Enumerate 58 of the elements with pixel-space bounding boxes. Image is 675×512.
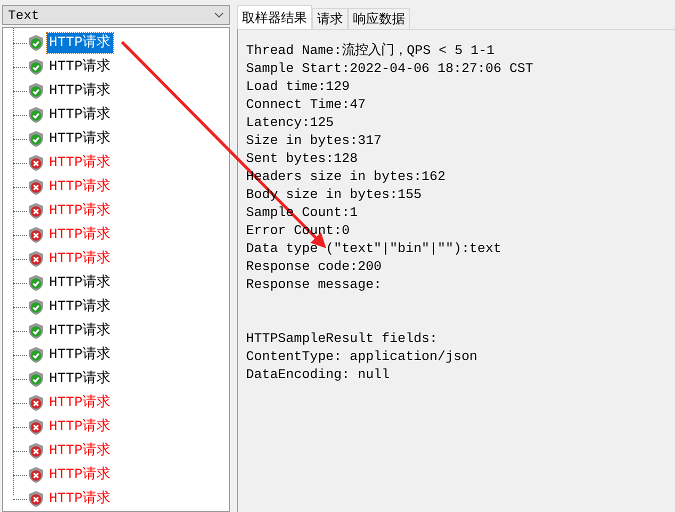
result-line: Thread Name:流控入门，QPS < 5 1-1 bbox=[246, 42, 496, 60]
tree-item[interactable]: HTTP请求 bbox=[47, 321, 113, 341]
tree-item[interactable]: HTTP请求 bbox=[47, 129, 113, 149]
success-shield-icon bbox=[29, 59, 43, 75]
error-shield-icon bbox=[29, 419, 43, 435]
success-shield-icon bbox=[29, 275, 43, 291]
tree-item[interactable]: HTTP请求 bbox=[47, 273, 113, 293]
error-shield-icon bbox=[29, 155, 43, 171]
field-line: HTTPSampleResult fields: bbox=[246, 330, 439, 348]
result-line: Latency:125 bbox=[246, 114, 335, 132]
success-shield-icon bbox=[29, 107, 43, 123]
result-line: Sample Start:2022-04-06 18:27:06 CST bbox=[246, 60, 534, 78]
tab[interactable]: 响应数据 bbox=[348, 8, 410, 29]
result-line: Connect Time:47 bbox=[246, 96, 367, 114]
error-shield-icon bbox=[29, 467, 43, 483]
chevron-down-icon bbox=[214, 12, 224, 18]
success-shield-icon bbox=[29, 299, 43, 315]
filter-dropdown[interactable]: Text bbox=[2, 5, 230, 25]
success-shield-icon bbox=[29, 83, 43, 99]
tree-item[interactable]: HTTP请求 bbox=[47, 345, 113, 365]
tree-item[interactable]: HTTP请求 bbox=[47, 57, 113, 77]
success-shield-icon bbox=[29, 35, 43, 51]
tree-item[interactable]: HTTP请求 bbox=[47, 201, 113, 221]
tree-item[interactable]: HTTP请求 bbox=[47, 153, 113, 173]
result-line: Response code:200 bbox=[246, 258, 383, 276]
success-shield-icon bbox=[29, 347, 43, 363]
tab[interactable]: 取样器结果 bbox=[237, 5, 312, 29]
tree-item[interactable]: HTTP请求 bbox=[47, 33, 113, 53]
field-line: ContentType: application/json bbox=[246, 348, 478, 366]
result-line: Response message: bbox=[246, 276, 383, 294]
result-line: Size in bytes:317 bbox=[246, 132, 383, 150]
success-shield-icon bbox=[29, 131, 43, 147]
error-shield-icon bbox=[29, 203, 43, 219]
tree-item[interactable]: HTTP请求 bbox=[47, 225, 113, 245]
tree-item[interactable]: HTTP请求 bbox=[47, 369, 113, 389]
tree-item[interactable]: HTTP请求 bbox=[47, 393, 113, 413]
error-shield-icon bbox=[29, 179, 43, 195]
error-shield-icon bbox=[29, 227, 43, 243]
result-line: Data type ("text"|"bin"|""):text bbox=[246, 240, 502, 258]
result-line: Load time:129 bbox=[246, 78, 351, 96]
error-shield-icon bbox=[29, 491, 43, 507]
tree-item[interactable]: HTTP请求 bbox=[47, 105, 113, 125]
error-shield-icon bbox=[29, 395, 43, 411]
tree-item[interactable]: HTTP请求 bbox=[47, 297, 113, 317]
tree-item[interactable]: HTTP请求 bbox=[47, 81, 113, 101]
error-shield-icon bbox=[29, 251, 43, 267]
success-shield-icon bbox=[29, 323, 43, 339]
tree-item[interactable]: HTTP请求 bbox=[47, 177, 113, 197]
error-shield-icon bbox=[29, 443, 43, 459]
tree-item[interactable]: HTTP请求 bbox=[47, 417, 113, 437]
tree-item[interactable]: HTTP请求 bbox=[47, 249, 113, 269]
success-shield-icon bbox=[29, 371, 43, 387]
field-line: DataEncoding: null bbox=[246, 366, 391, 384]
tree-item[interactable]: HTTP请求 bbox=[47, 465, 113, 485]
tree-item[interactable]: HTTP请求 bbox=[47, 441, 113, 461]
tab[interactable]: 请求 bbox=[312, 8, 348, 29]
tree-item[interactable]: HTTP请求 bbox=[47, 489, 113, 509]
result-line: Sent bytes:128 bbox=[246, 150, 359, 168]
